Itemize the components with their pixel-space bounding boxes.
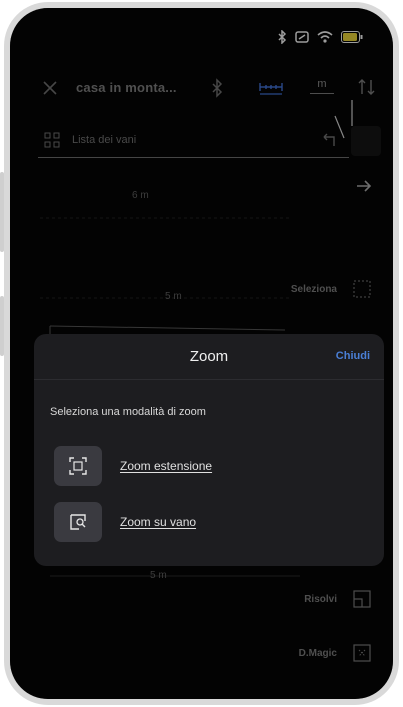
zoom-dialog-subtitle: Seleziona una modalità di zoom (50, 406, 206, 418)
close-button[interactable]: Chiudi (336, 350, 370, 362)
zoom-room-label: Zoom su vano (120, 515, 197, 529)
zoom-dialog-title: Zoom (189, 348, 229, 365)
zoom-dialog: Zoom Chiudi Seleziona una modalità di zo… (34, 334, 384, 566)
zoom-room-option[interactable]: Zoom su vano (54, 502, 354, 542)
zoom-dialog-header: Zoom Chiudi (34, 334, 384, 380)
zoom-extent-icon (54, 446, 102, 486)
app-screen: casa in monta... m Lista dei vani 6 m 5 … (10, 8, 393, 699)
zoom-room-icon (54, 502, 102, 542)
zoom-extent-label: Zoom estensione (120, 459, 213, 473)
phone-frame: casa in monta... m Lista dei vani 6 m 5 … (4, 2, 399, 705)
zoom-extent-option[interactable]: Zoom estensione (54, 446, 354, 486)
